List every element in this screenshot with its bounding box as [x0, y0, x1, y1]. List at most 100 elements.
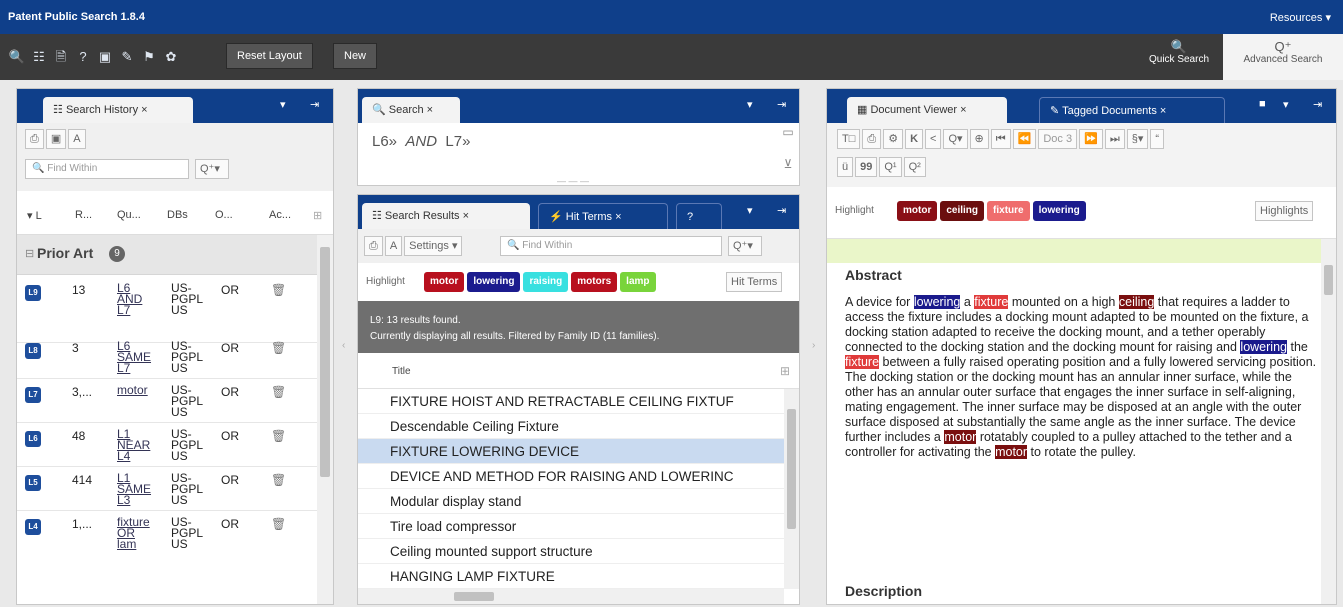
reset-layout-button[interactable]: Reset Layout: [226, 43, 313, 69]
quick-search-button[interactable]: 🔍 Quick Search: [1137, 40, 1221, 78]
new-button[interactable]: New: [333, 43, 378, 69]
utf-icon[interactable]: ü: [837, 157, 854, 177]
print-icon[interactable]: ⎙: [364, 236, 383, 256]
section-icon[interactable]: §▾: [1126, 129, 1149, 149]
result-row[interactable]: Modular display stand: [358, 489, 784, 514]
col-op[interactable]: O...: [215, 209, 233, 221]
tab-document-viewer[interactable]: ▦ Document Viewer ×: [847, 97, 1007, 123]
query-link[interactable]: L1 NEAR L4: [117, 428, 150, 462]
result-row[interactable]: FIXTURE LOWERING DEVICE: [358, 439, 784, 464]
result-row[interactable]: Descendable Ceiling Fixture: [358, 414, 784, 439]
table-row[interactable]: L8 3 L6 SAME L7 US- PGPL US OR 🗑: [17, 335, 317, 379]
delete-icon[interactable]: 🗑: [271, 385, 286, 399]
delete-icon[interactable]: 🗑: [271, 473, 286, 487]
query-link[interactable]: L6 AND L7: [117, 282, 142, 316]
close-icon[interactable]: ×: [1157, 105, 1166, 117]
highlight-chip[interactable]: motor: [897, 201, 938, 221]
close-icon[interactable]: ×: [424, 104, 433, 116]
highlight-chip[interactable]: ceiling: [940, 201, 985, 221]
pin-icon[interactable]: ✿: [162, 48, 180, 66]
flag-icon[interactable]: ⚑: [140, 48, 158, 66]
delete-icon[interactable]: 🗑: [271, 283, 286, 297]
maximize-icon[interactable]: ⇥: [1313, 98, 1322, 111]
result-row[interactable]: Ceiling mounted support structure: [358, 539, 784, 564]
scrollbar-thumb[interactable]: [1324, 265, 1333, 295]
highlight-chip[interactable]: fixture: [987, 201, 1030, 221]
collapse-icon[interactable]: ⊟: [25, 247, 34, 260]
close-icon[interactable]: ×: [141, 104, 147, 116]
result-row[interactable]: HANGING LAMP FIXTURE: [358, 564, 784, 589]
quote-icon[interactable]: 99: [855, 157, 878, 177]
search-icon[interactable]: 🔍: [8, 48, 26, 66]
text-image-toggle-icon[interactable]: T□: [837, 129, 861, 149]
highlight-chip[interactable]: lowering: [467, 272, 521, 292]
tab-help[interactable]: ?: [676, 203, 722, 229]
highlight-chip[interactable]: lamp: [620, 272, 656, 292]
results-vscroll[interactable]: [784, 389, 799, 589]
delete-icon[interactable]: 🗑: [271, 517, 286, 531]
col-query[interactable]: Qu...: [117, 209, 141, 221]
gear-icon[interactable]: ⚙: [883, 129, 904, 149]
tab-search-history[interactable]: ☷ Search History ×: [43, 97, 193, 123]
highlights-button[interactable]: Highlights: [1255, 201, 1314, 221]
history-scrollbar[interactable]: [317, 235, 333, 604]
maximize-icon[interactable]: ⇥: [310, 98, 319, 111]
collapse-icon[interactable]: ▭: [777, 125, 799, 139]
search-history-icon[interactable]: ☷: [30, 48, 48, 66]
result-row[interactable]: Tire load compressor: [358, 514, 784, 539]
expand-icon[interactable]: ⊻: [777, 157, 799, 171]
chevron-down-icon[interactable]: ▾: [280, 98, 286, 111]
scrollbar-thumb[interactable]: [454, 592, 494, 601]
query-link[interactable]: L1 SAME L3: [117, 472, 151, 506]
maximize-icon[interactable]: ⇥: [777, 204, 786, 217]
table-row[interactable]: L6 48 L1 NEAR L4 US- PGPL US OR 🗑: [17, 423, 317, 467]
splitter-handle[interactable]: — — —: [555, 177, 591, 186]
advanced-find-button[interactable]: Q⁺▾: [195, 159, 229, 179]
advanced-find-button[interactable]: Q⁺▾: [728, 236, 762, 256]
print-icon[interactable]: ⎙: [862, 129, 882, 149]
table-row[interactable]: L5 414 L1 SAME L3 US- PGPL US OR 🗑: [17, 467, 317, 511]
chevron-down-icon[interactable]: ▾: [747, 204, 753, 217]
annotate-all-icon[interactable]: Q²: [903, 157, 926, 177]
tag-icon[interactable]: ✎: [118, 48, 136, 66]
highlight-chip[interactable]: lowering: [1032, 201, 1086, 221]
font-size-icon[interactable]: A: [68, 129, 86, 149]
resources-menu[interactable]: Resources ▾: [1270, 11, 1331, 24]
advanced-search-button[interactable]: Q⁺ Advanced Search: [1223, 34, 1343, 80]
close-icon[interactable]: ×: [612, 211, 621, 223]
tab-tagged-documents[interactable]: ✎ Tagged Documents ×: [1039, 97, 1225, 123]
font-size-icon[interactable]: A: [384, 236, 403, 256]
query-link[interactable]: fixture OR lam: [117, 516, 150, 550]
annotate-icon[interactable]: Q¹: [879, 157, 902, 177]
zoom-icon[interactable]: ⊕: [969, 129, 989, 149]
column-menu-icon[interactable]: ⊞: [780, 364, 790, 378]
prev-doc-icon[interactable]: ⏪: [1012, 129, 1037, 149]
settings-dropdown[interactable]: Settings ▾: [404, 236, 463, 256]
col-title[interactable]: Title: [392, 366, 411, 377]
document-icon[interactable]: 🗎: [52, 48, 70, 66]
search-query-editor[interactable]: L6» AND L7»: [372, 133, 470, 150]
highlight-chip[interactable]: motors: [571, 272, 618, 292]
collapse-left-handle[interactable]: ‹: [342, 340, 345, 351]
save-icon[interactable]: ▣: [45, 129, 67, 149]
col-r[interactable]: R...: [75, 209, 92, 221]
share-icon[interactable]: <: [925, 129, 942, 149]
tab-search[interactable]: 🔍 Search ×: [362, 97, 460, 123]
help-icon[interactable]: ?: [74, 48, 92, 66]
square-icon[interactable]: ■: [1259, 98, 1266, 110]
highlight-chip[interactable]: raising: [523, 272, 569, 292]
quote-icon[interactable]: “: [1150, 129, 1165, 149]
delete-icon[interactable]: 🗑: [271, 341, 286, 355]
close-icon[interactable]: ×: [957, 104, 966, 116]
tab-search-results[interactable]: ☷ Search Results ×: [362, 203, 530, 229]
scrollbar-thumb[interactable]: [320, 247, 330, 477]
hit-terms-button[interactable]: Hit Terms: [726, 272, 783, 292]
last-doc-icon[interactable]: ⏭: [1104, 129, 1125, 149]
collapse-right-handle[interactable]: ›: [812, 340, 815, 351]
result-row[interactable]: DEVICE AND METHOD FOR RAISING AND LOWERI…: [358, 464, 784, 489]
result-row[interactable]: FIXTURE HOIST AND RETRACTABLE CEILING FI…: [358, 389, 784, 414]
col-l[interactable]: ▾ L: [27, 209, 42, 222]
highlight-chip[interactable]: motor: [424, 272, 465, 292]
table-row[interactable]: L7 3,... motor US- PGPL US OR 🗑: [17, 379, 317, 423]
history-find-input[interactable]: 🔍 Find Within: [25, 159, 189, 179]
